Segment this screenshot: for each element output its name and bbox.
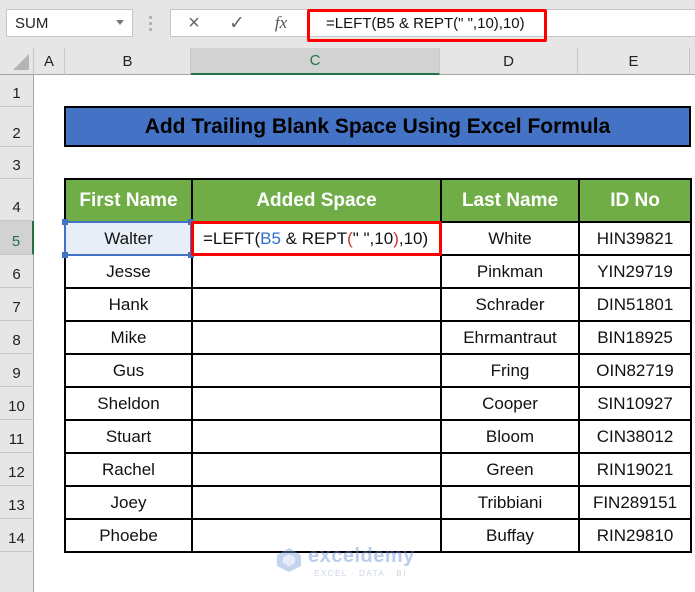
watermark-name: exceldemy <box>308 545 415 567</box>
cell-id-no[interactable]: CIN38012 <box>578 419 692 454</box>
cell-added-space[interactable] <box>191 287 442 322</box>
cell-first-name[interactable]: Mike <box>64 320 193 355</box>
table-row: Mike Ehrmantraut BIN18925 <box>64 320 692 355</box>
row-header-7[interactable]: 7 <box>0 288 34 321</box>
cell-first-name[interactable]: Hank <box>64 287 193 322</box>
column-header-c[interactable]: C <box>191 48 440 75</box>
cell-id-no[interactable]: OIN82719 <box>578 353 692 388</box>
header-last-name[interactable]: Last Name <box>440 178 580 223</box>
cell-id-no[interactable]: YIN29719 <box>578 254 692 289</box>
row-header-2[interactable]: 2 <box>0 107 34 147</box>
cell-id-no[interactable]: BIN18925 <box>578 320 692 355</box>
row-header-13[interactable]: 13 <box>0 486 34 519</box>
cell-first-name[interactable]: Joey <box>64 485 193 520</box>
row-header-4[interactable]: 4 <box>0 179 34 221</box>
row-header-14[interactable]: 14 <box>0 519 34 552</box>
watermark: exceldemy EXCEL · DATA · BI <box>276 545 456 585</box>
formula-mid: & REPT <box>280 228 348 248</box>
select-all-icon <box>13 54 29 70</box>
formula-ref: B5 <box>260 228 281 248</box>
data-table: First Name Added Space Last Name ID No W… <box>64 178 692 553</box>
select-all-button[interactable] <box>0 48 34 75</box>
cell-added-space[interactable] <box>191 254 442 289</box>
row-header-9[interactable]: 9 <box>0 354 34 387</box>
formula-buttons: × ✓ fx <box>170 9 306 37</box>
row-header-6[interactable]: 6 <box>0 255 34 288</box>
watermark-tagline: EXCEL · DATA · BI <box>314 569 407 578</box>
chevron-down-icon[interactable] <box>116 20 124 25</box>
row-header-8[interactable]: 8 <box>0 321 34 354</box>
cell-last-name[interactable]: Buffay <box>440 518 580 553</box>
formula-suffix: ,10) <box>398 228 429 248</box>
formula-bar: SUM × ✓ fx =LEFT(B5 & REPT(" ",10),10) <box>0 0 695 48</box>
row-header-10[interactable]: 10 <box>0 387 34 420</box>
cell-last-name[interactable]: Fring <box>440 353 580 388</box>
cell-last-name[interactable]: Ehrmantraut <box>440 320 580 355</box>
cell-last-name[interactable]: Bloom <box>440 419 580 454</box>
cell-id-no[interactable]: RIN19021 <box>578 452 692 487</box>
table-row: Stuart Bloom CIN38012 <box>64 419 692 454</box>
cell-last-name[interactable]: Green <box>440 452 580 487</box>
row-header-11[interactable]: 11 <box>0 420 34 453</box>
cell-added-space-editing[interactable]: =LEFT(B5 & REPT(" ",10),10) <box>191 221 442 256</box>
row-header-1[interactable]: 1 <box>0 75 34 107</box>
table-row: Sheldon Cooper SIN10927 <box>64 386 692 421</box>
table-row: Walter =LEFT(B5 & REPT(" ",10),10) White… <box>64 221 692 256</box>
cell-first-name[interactable]: Gus <box>64 353 193 388</box>
column-header-e[interactable]: E <box>578 48 690 75</box>
cell-last-name[interactable]: Cooper <box>440 386 580 421</box>
cell-last-name[interactable]: Pinkman <box>440 254 580 289</box>
row-header-3[interactable]: 3 <box>0 147 34 179</box>
cell-last-name[interactable]: White <box>440 221 580 256</box>
header-id-no[interactable]: ID No <box>578 178 692 223</box>
cell-first-name[interactable]: Rachel <box>64 452 193 487</box>
drag-grip-icon[interactable] <box>149 16 152 32</box>
cell-first-name[interactable]: Sheldon <box>64 386 193 421</box>
cell-first-name[interactable]: Stuart <box>64 419 193 454</box>
sheet-title[interactable]: Add Trailing Blank Space Using Excel For… <box>64 106 691 147</box>
name-box[interactable]: SUM <box>6 9 133 37</box>
cell-added-space[interactable] <box>191 419 442 454</box>
column-header-d[interactable]: D <box>440 48 578 75</box>
cell-first-name[interactable]: Jesse <box>64 254 193 289</box>
header-first-name[interactable]: First Name <box>64 178 193 223</box>
cell-first-name[interactable]: Phoebe <box>64 518 193 553</box>
cell-added-space[interactable] <box>191 353 442 388</box>
formula-prefix: =LEFT( <box>203 228 261 248</box>
table-row: Jesse Pinkman YIN29719 <box>64 254 692 289</box>
table-row: Rachel Green RIN19021 <box>64 452 692 487</box>
table-header-row: First Name Added Space Last Name ID No <box>64 178 692 223</box>
formula-text: =LEFT(B5 & REPT(" ",10),10) <box>326 15 525 32</box>
column-header-a[interactable]: A <box>34 48 65 75</box>
row-header-12[interactable]: 12 <box>0 453 34 486</box>
cancel-icon[interactable]: × <box>179 12 209 34</box>
formula-input[interactable]: =LEFT(B5 & REPT(" ",10),10) <box>306 9 695 37</box>
column-header-b[interactable]: B <box>65 48 191 75</box>
table-row: Hank Schrader DIN51801 <box>64 287 692 322</box>
check-icon[interactable]: ✓ <box>222 12 252 34</box>
table-row: Joey Tribbiani FIN289151 <box>64 485 692 520</box>
column-header-f[interactable] <box>690 48 695 75</box>
cell-id-no[interactable]: FIN289151 <box>578 485 692 520</box>
cell-id-no[interactable]: SIN10927 <box>578 386 692 421</box>
cell-last-name[interactable]: Tribbiani <box>440 485 580 520</box>
table-row: Gus Fring OIN82719 <box>64 353 692 388</box>
header-added-space[interactable]: Added Space <box>191 178 442 223</box>
name-box-value: SUM <box>15 15 49 32</box>
cell-id-no[interactable]: RIN29810 <box>578 518 692 553</box>
cell-last-name[interactable]: Schrader <box>440 287 580 322</box>
cell-added-space[interactable] <box>191 485 442 520</box>
exceldemy-logo-icon <box>277 548 301 572</box>
cell-added-space[interactable] <box>191 386 442 421</box>
cell-first-name[interactable]: Walter <box>64 221 193 256</box>
cell-id-no[interactable]: HIN39821 <box>578 221 692 256</box>
cell-id-no[interactable]: DIN51801 <box>578 287 692 322</box>
row-header-5[interactable]: 5 <box>0 221 34 255</box>
cell-added-space[interactable] <box>191 320 442 355</box>
cell-added-space[interactable] <box>191 452 442 487</box>
formula-args: " ",10 <box>352 228 394 248</box>
insert-function-icon[interactable]: fx <box>266 12 296 34</box>
